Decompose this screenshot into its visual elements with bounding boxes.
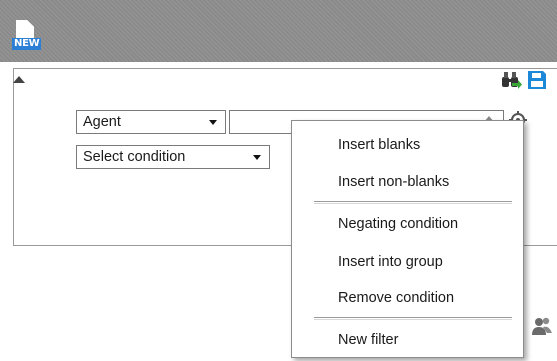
new-icon-label: NEW (12, 38, 42, 50)
field-select-value: Agent (83, 114, 121, 130)
binoculars-icon[interactable] (500, 70, 522, 90)
condition-select[interactable]: Select condition (76, 145, 270, 169)
menu-separator (314, 317, 512, 320)
chevron-down-icon (209, 120, 217, 125)
user-group-icon[interactable] (530, 315, 554, 337)
condition-select-value: Select condition (83, 149, 186, 165)
field-select[interactable]: Agent (76, 110, 226, 134)
menu-item-insert-blanks[interactable]: Insert blanks (292, 130, 523, 160)
top-toolbar: NEW (0, 0, 557, 62)
menu-item-insert-into-group[interactable]: Insert into group (292, 247, 523, 277)
new-document-icon[interactable]: NEW (12, 18, 42, 52)
chevron-down-icon (253, 155, 261, 160)
menu-item-remove-condition[interactable]: Remove condition (292, 283, 523, 313)
menu-item-new-filter[interactable]: New filter (292, 325, 523, 355)
menu-item-insert-non-blanks[interactable]: Insert non-blanks (292, 167, 523, 197)
collapse-up-arrow-icon[interactable] (13, 76, 25, 83)
save-icon[interactable] (527, 70, 547, 90)
menu-item-negating-condition[interactable]: Negating condition (292, 209, 523, 239)
menu-separator (314, 201, 512, 204)
context-menu: Insert blanks Insert non-blanks Negating… (291, 120, 524, 358)
